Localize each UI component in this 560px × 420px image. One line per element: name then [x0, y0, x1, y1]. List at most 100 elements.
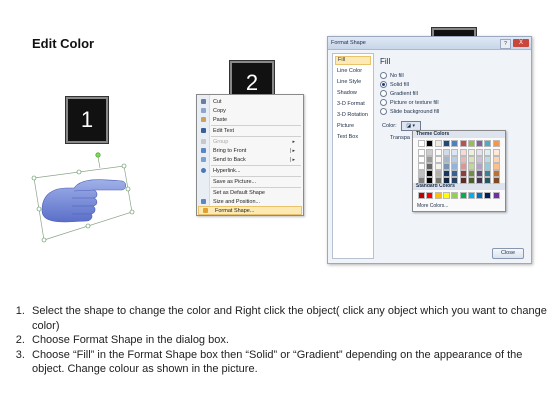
- close-button[interactable]: Close: [492, 248, 524, 259]
- theme-color-swatch[interactable]: [484, 163, 492, 170]
- standard-color-swatch[interactable]: [459, 192, 467, 199]
- theme-color-swatch[interactable]: [442, 163, 450, 170]
- nav-picture[interactable]: Picture: [335, 122, 371, 131]
- theme-color-swatch[interactable]: [484, 149, 492, 156]
- nav-fill[interactable]: Fill: [335, 56, 371, 65]
- option-no-fill[interactable]: No fill: [380, 71, 404, 80]
- theme-color-swatch[interactable]: [467, 149, 475, 156]
- menu-item-paste[interactable]: Paste: [197, 115, 303, 124]
- standard-color-swatch[interactable]: [467, 192, 475, 199]
- menu-item-set-default-shape[interactable]: Set as Default Shape: [197, 188, 303, 197]
- theme-color-swatch[interactable]: [467, 140, 475, 147]
- close-icon[interactable]: X: [513, 39, 529, 47]
- nav-shadow[interactable]: Shadow: [335, 89, 371, 98]
- theme-color-swatch[interactable]: [484, 156, 492, 163]
- standard-color-swatch[interactable]: [476, 192, 484, 199]
- theme-color-swatch[interactable]: [442, 140, 450, 147]
- more-colors-link[interactable]: More Colors...: [417, 203, 448, 209]
- theme-color-swatch[interactable]: [476, 140, 484, 147]
- theme-color-swatch[interactable]: [484, 170, 492, 177]
- theme-color-swatch[interactable]: [459, 177, 467, 184]
- nav-3d-rotation[interactable]: 3-D Rotation: [335, 111, 371, 120]
- theme-color-swatch[interactable]: [426, 156, 434, 163]
- menu-item-format-shape[interactable]: Format Shape...: [198, 206, 302, 215]
- theme-color-swatch[interactable]: [418, 149, 425, 156]
- theme-color-swatch[interactable]: [492, 163, 500, 170]
- help-icon[interactable]: ?: [500, 39, 511, 49]
- theme-color-swatch[interactable]: [426, 163, 434, 170]
- standard-color-swatch[interactable]: [492, 192, 500, 199]
- nav-3d-format[interactable]: 3-D Format: [335, 100, 371, 109]
- menu-item-send-to-back[interactable]: Send to Back | ▸: [197, 155, 303, 164]
- theme-color-swatch[interactable]: [476, 149, 484, 156]
- theme-color-swatch[interactable]: [459, 170, 467, 177]
- theme-color-swatch[interactable]: [426, 140, 434, 147]
- theme-color-swatch[interactable]: [418, 170, 425, 177]
- standard-color-swatch[interactable]: [426, 192, 434, 199]
- menu-item-hyperlink[interactable]: Hyperlink...: [197, 166, 303, 175]
- menu-item-size-position[interactable]: Size and Position...: [197, 197, 303, 206]
- menu-item-save-as-picture[interactable]: Save as Picture...: [197, 177, 303, 186]
- theme-color-swatch[interactable]: [484, 140, 492, 147]
- theme-color-swatch[interactable]: [442, 149, 450, 156]
- nav-line-style[interactable]: Line Style: [335, 78, 371, 87]
- theme-color-swatch[interactable]: [451, 177, 459, 184]
- theme-color-swatch[interactable]: [451, 170, 459, 177]
- theme-color-swatch[interactable]: [467, 177, 475, 184]
- nav-line-color[interactable]: Line Color: [335, 67, 371, 76]
- theme-color-swatch[interactable]: [442, 156, 450, 163]
- theme-color-swatch[interactable]: [476, 170, 484, 177]
- theme-color-swatch[interactable]: [434, 177, 442, 184]
- theme-color-swatch[interactable]: [426, 170, 434, 177]
- theme-color-swatch[interactable]: [418, 163, 425, 170]
- standard-color-swatch[interactable]: [484, 192, 492, 199]
- option-picture-fill[interactable]: Picture or texture fill: [380, 98, 439, 107]
- theme-color-swatch[interactable]: [434, 163, 442, 170]
- theme-color-swatch[interactable]: [451, 156, 459, 163]
- standard-color-swatch[interactable]: [434, 192, 442, 199]
- standard-color-swatch[interactable]: [451, 192, 459, 199]
- theme-color-swatch[interactable]: [451, 149, 459, 156]
- theme-color-swatch[interactable]: [418, 177, 425, 184]
- theme-color-swatch[interactable]: [492, 170, 500, 177]
- hand-shape[interactable]: [28, 150, 138, 245]
- theme-color-swatch[interactable]: [476, 156, 484, 163]
- theme-color-swatch[interactable]: [459, 140, 467, 147]
- theme-color-swatch[interactable]: [467, 156, 475, 163]
- theme-color-swatch[interactable]: [426, 149, 434, 156]
- theme-color-swatch[interactable]: [459, 163, 467, 170]
- option-solid-fill[interactable]: Solid fill: [380, 80, 409, 89]
- theme-color-swatch[interactable]: [467, 170, 475, 177]
- menu-item-edit-text[interactable]: Edit Text: [197, 126, 303, 135]
- theme-color-swatch[interactable]: [492, 149, 500, 156]
- theme-color-swatch[interactable]: [459, 149, 467, 156]
- menu-item-cut[interactable]: Cut: [197, 97, 303, 106]
- theme-color-swatch[interactable]: [434, 149, 442, 156]
- theme-color-swatch[interactable]: [434, 140, 442, 147]
- standard-color-swatch[interactable]: [418, 192, 425, 199]
- theme-color-swatch[interactable]: [442, 170, 450, 177]
- theme-color-swatch[interactable]: [476, 177, 484, 184]
- nav-text-box[interactable]: Text Box: [335, 133, 371, 142]
- theme-color-swatch[interactable]: [434, 156, 442, 163]
- standard-color-swatch[interactable]: [442, 192, 450, 199]
- theme-color-swatch[interactable]: [476, 163, 484, 170]
- theme-color-swatch[interactable]: [459, 156, 467, 163]
- theme-color-swatch[interactable]: [451, 163, 459, 170]
- theme-color-swatch[interactable]: [484, 177, 492, 184]
- theme-color-swatch[interactable]: [492, 140, 500, 147]
- theme-color-swatch[interactable]: [492, 156, 500, 163]
- theme-color-swatch[interactable]: [434, 170, 442, 177]
- menu-item-group[interactable]: Group ▸: [197, 137, 303, 146]
- theme-color-swatch[interactable]: [492, 177, 500, 184]
- theme-color-swatch[interactable]: [467, 163, 475, 170]
- menu-item-copy[interactable]: Copy: [197, 106, 303, 115]
- theme-color-swatch[interactable]: [442, 177, 450, 184]
- theme-color-swatch[interactable]: [451, 140, 459, 147]
- menu-item-bring-to-front[interactable]: Bring to Front | ▸: [197, 146, 303, 155]
- theme-color-swatch[interactable]: [418, 140, 425, 147]
- option-slide-background-fill[interactable]: Slide background fill: [380, 107, 439, 116]
- option-gradient-fill[interactable]: Gradient fill: [380, 89, 418, 98]
- theme-color-swatch[interactable]: [418, 156, 425, 163]
- theme-color-swatch[interactable]: [426, 177, 434, 184]
